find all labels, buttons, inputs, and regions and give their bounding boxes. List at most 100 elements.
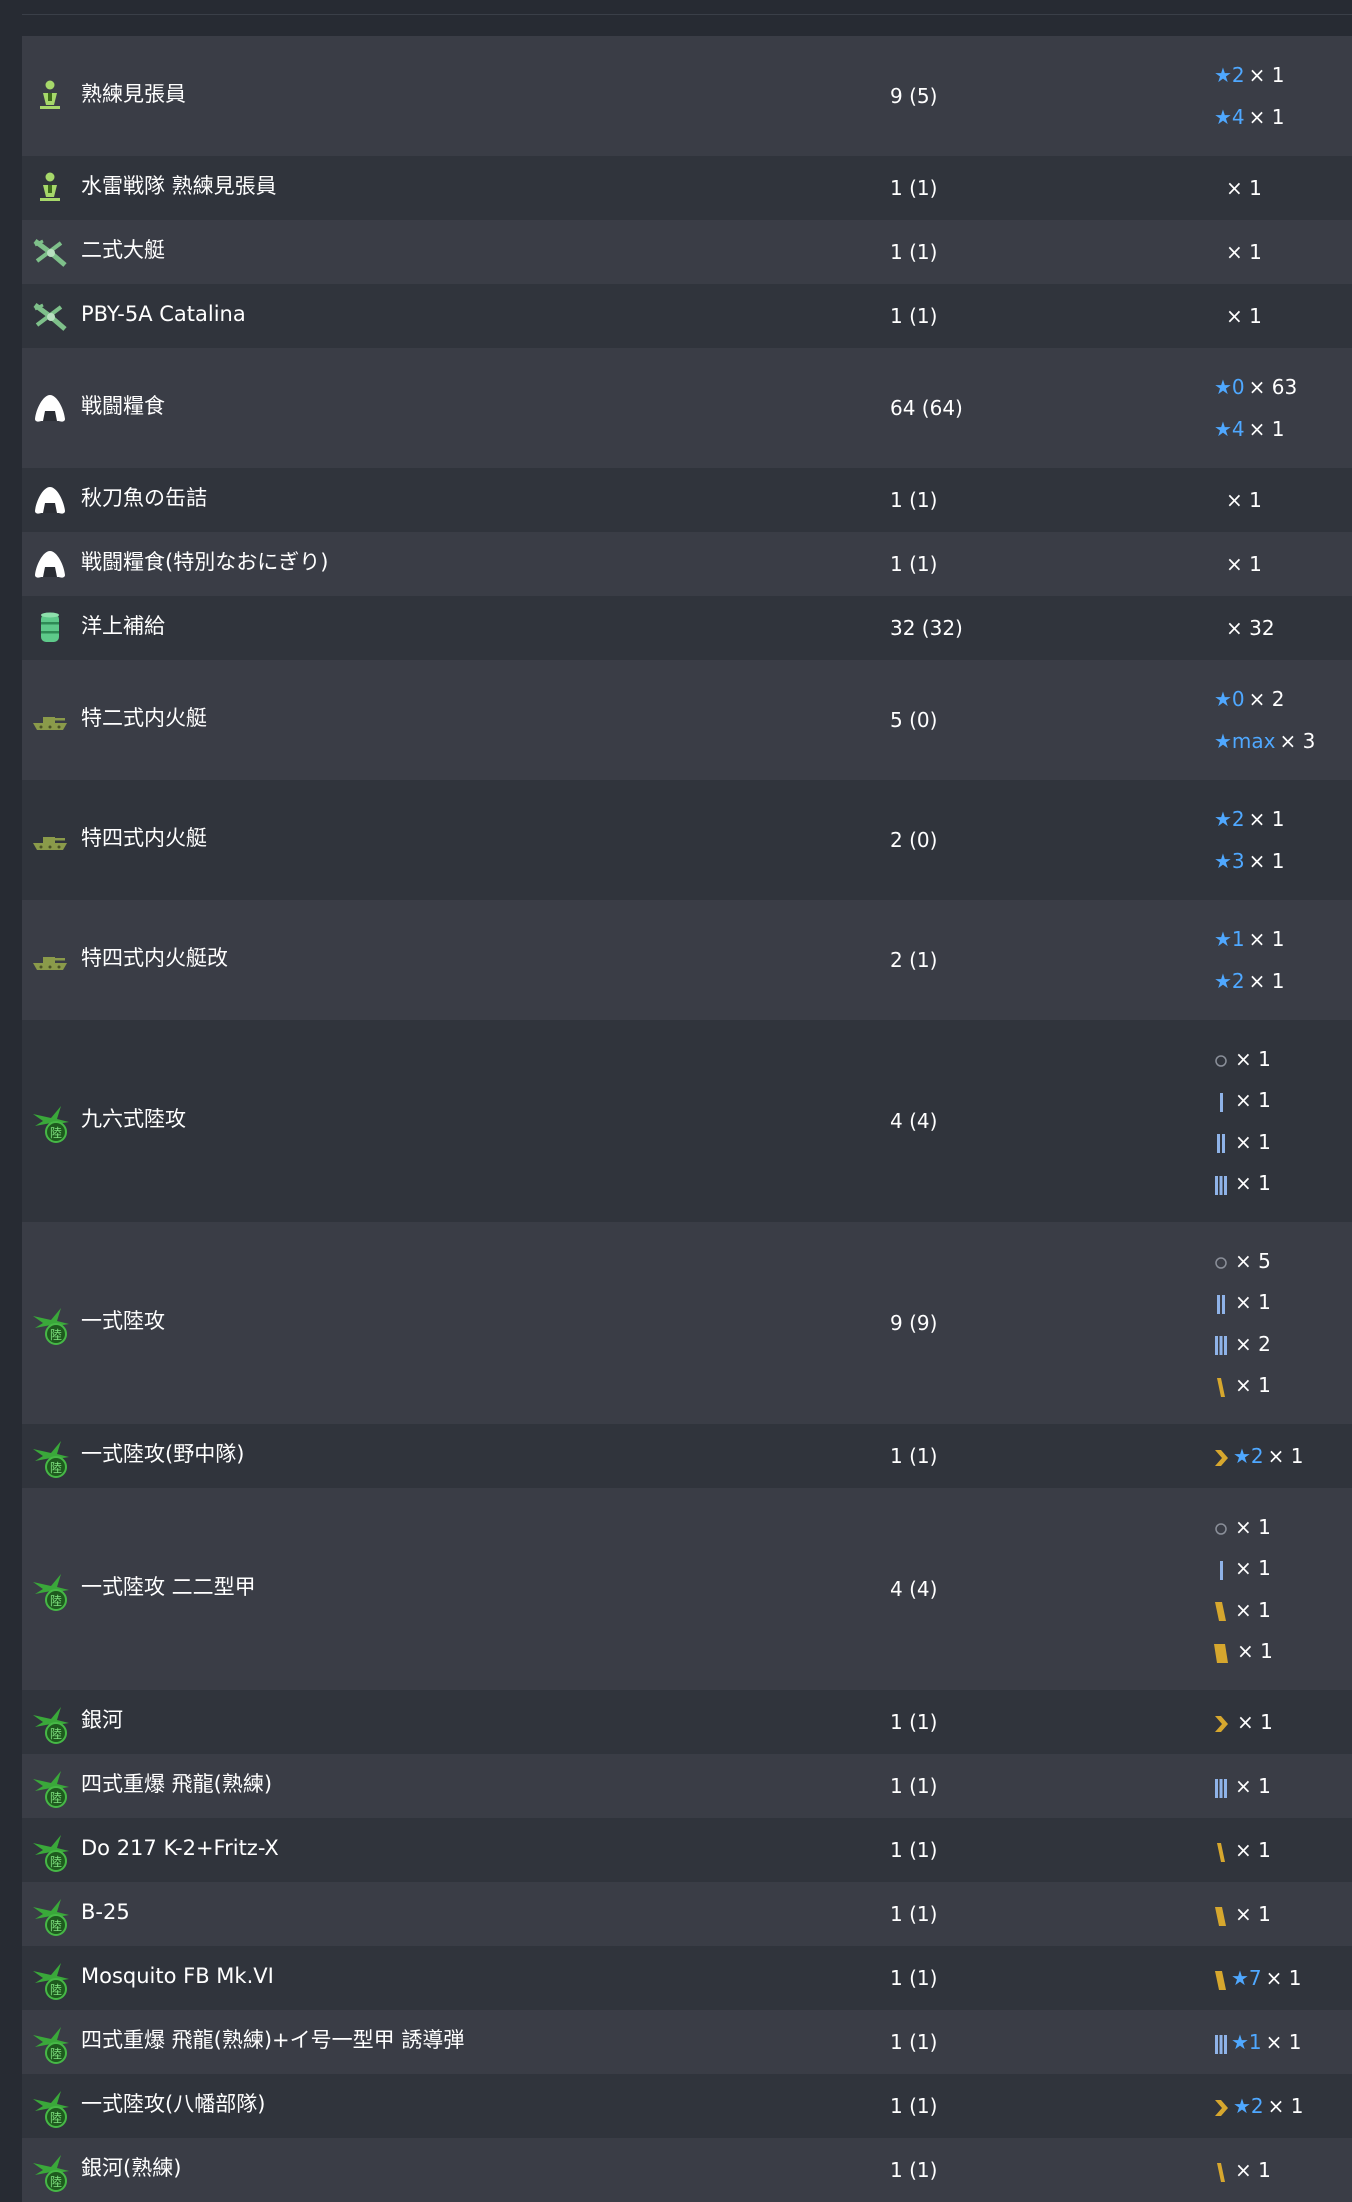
equipment-count: 9 (9)	[890, 1311, 938, 1335]
proficiency-list: × 5 × 1 × 2 × 1	[1214, 1222, 1350, 1424]
amphibious-tank-icon	[31, 821, 69, 859]
quantity: × 1	[1267, 2094, 1304, 2118]
quantity: × 1	[1248, 927, 1285, 952]
proficiency-entry: ★7 × 1	[1214, 1965, 1302, 1991]
land-bomber-icon: 陸	[31, 1437, 69, 1478]
equipment-count: 4 (4)	[890, 1577, 938, 1601]
table-row[interactable]: 特四式内火艇 2 (0) ★2 × 1 ★3 × 1	[22, 780, 1352, 900]
land-bomber-icon: 陸	[31, 1570, 69, 1611]
quantity: × 1	[1237, 1639, 1273, 1664]
proficiency-entry: × 1	[1214, 1709, 1273, 1735]
proficiency-entry: ★2 × 1	[1214, 62, 1285, 88]
equipment-count: 5 (0)	[890, 708, 938, 732]
proficiency-entry: ★2 × 1	[1214, 2093, 1304, 2119]
amphibious-tank-icon	[31, 941, 69, 979]
left-gutter	[0, 14, 22, 2057]
table-row[interactable]: 陸 銀河 1 (1) × 1	[22, 1690, 1352, 1754]
table-row[interactable]: 陸 銀河(熟練) 1 (1) × 1	[22, 2138, 1352, 2202]
land-bomber-icon: 陸	[31, 1304, 69, 1345]
table-row[interactable]: 陸 B-25 1 (1) × 1	[22, 1882, 1352, 1946]
equipment-name: 秋刀魚の缶詰	[81, 486, 207, 510]
proficiency-entry: ★2 × 1	[1214, 1443, 1304, 1469]
star-level: ★7	[1231, 1966, 1262, 1990]
proficiency-chevron-icon	[1214, 2097, 1230, 2119]
table-row[interactable]: 二式大艇 1 (1) × 1	[22, 220, 1352, 284]
proficiency-list: ★1 × 1 ★2 × 1	[1214, 900, 1350, 1020]
table-row[interactable]: 陸 Do 217 K-2+Fritz-X 1 (1) × 1	[22, 1818, 1352, 1882]
svg-text:陸: 陸	[50, 2047, 62, 2061]
quantity: × 3	[1279, 728, 1316, 753]
table-row[interactable]: 熟練見張員 9 (5) ★2 × 1 ★4 × 1	[22, 36, 1352, 156]
svg-text:陸: 陸	[50, 1919, 62, 1933]
quantity: × 1	[1235, 1088, 1271, 1113]
table-row[interactable]: 戦闘糧食 64 (64) ★0 × 63 ★4 × 1	[22, 348, 1352, 468]
proficiency-list: × 1	[1214, 1754, 1350, 1818]
proficiency-gold2-icon	[1214, 1969, 1228, 1991]
table-row[interactable]: 陸 一式陸攻(野中隊) 1 (1) ★2 × 1	[22, 1424, 1352, 1488]
proficiency-list: × 1	[1214, 1690, 1350, 1754]
proficiency-entry: × 1	[1214, 175, 1262, 201]
proficiency-blue3-icon	[1214, 1777, 1228, 1799]
quantity: × 1	[1265, 1966, 1302, 1990]
table-row[interactable]: 水雷戦隊 熟練見張員 1 (1) × 1	[22, 156, 1352, 220]
empty-circle-icon	[1214, 1251, 1228, 1273]
proficiency-entry: ★0 × 63	[1214, 374, 1297, 400]
empty-circle-icon	[1214, 1517, 1228, 1539]
table-row[interactable]: 陸 Mosquito FB Mk.VI 1 (1) ★7 × 1	[22, 1946, 1352, 2010]
star-level: ★2	[1214, 807, 1245, 832]
quantity: × 1	[1235, 1838, 1271, 1862]
svg-text:陸: 陸	[50, 1791, 62, 1805]
proficiency-list: ★0 × 63 ★4 × 1	[1214, 348, 1350, 468]
proficiency-blue3-icon	[1214, 1174, 1228, 1196]
proficiency-entry: × 1	[1214, 487, 1262, 513]
star-level: ★2	[1233, 2094, 1264, 2118]
proficiency-gold3-icon	[1214, 1642, 1230, 1664]
equipment-count: 2 (0)	[890, 828, 938, 852]
quantity: × 1	[1248, 63, 1285, 88]
table-row[interactable]: 陸 一式陸攻 9 (9) × 5 × 1 × 2 × 1	[22, 1222, 1352, 1424]
star-level: ★max	[1214, 728, 1276, 753]
table-row[interactable]: PBY-5A Catalina 1 (1) × 1	[22, 284, 1352, 348]
empty-circle-icon	[1214, 1049, 1228, 1071]
proficiency-blue3-icon	[1214, 1334, 1228, 1356]
proficiency-list: × 1	[1214, 156, 1350, 220]
table-row[interactable]: 秋刀魚の缶詰 1 (1) × 1	[22, 468, 1352, 532]
table-row[interactable]: 陸 四式重爆 飛龍(熟練) 1 (1) × 1	[22, 1754, 1352, 1818]
table-row[interactable]: 陸 一式陸攻 二二型甲 4 (4) × 1 × 1 × 1 × 1	[22, 1488, 1352, 1690]
star-level: ★4	[1214, 104, 1245, 129]
proficiency-blue1-icon	[1214, 1559, 1228, 1581]
star-level: ★1	[1231, 2030, 1262, 2054]
table-row[interactable]: 戦闘糧食(特別なおにぎり) 1 (1) × 1	[22, 532, 1352, 596]
equipment-name: Mosquito FB Mk.VI	[81, 1964, 274, 1988]
lookout-icon	[31, 77, 69, 115]
table-row[interactable]: 特二式内火艇 5 (0) ★0 × 2 ★max × 3	[22, 660, 1352, 780]
quantity: × 63	[1248, 375, 1298, 400]
proficiency-entry: ★max × 3	[1214, 728, 1315, 754]
table-row[interactable]: 陸 四式重爆 飛龍(熟練)+イ号一型甲 誘導弾 1 (1) ★1 × 1	[22, 2010, 1352, 2074]
quantity: × 1	[1235, 1514, 1271, 1539]
equipment-table: 熟練見張員 9 (5) ★2 × 1 ★4 × 1 水雷戦隊 熟練見張員 1 (1) × 1 二式…	[22, 36, 1352, 2202]
star-level: ★2	[1214, 63, 1245, 88]
quantity: × 1	[1226, 240, 1262, 264]
equipment-name: 特二式内火艇	[81, 706, 207, 730]
proficiency-gold1-icon	[1214, 1841, 1228, 1863]
table-row[interactable]: 陸 一式陸攻(八幡部隊) 1 (1) ★2 × 1	[22, 2074, 1352, 2138]
table-row[interactable]: 陸 九六式陸攻 4 (4) × 1 × 1 × 1 × 1	[22, 1020, 1352, 1222]
proficiency-entry: × 1	[1214, 1837, 1271, 1863]
proficiency-entry: × 1	[1214, 1555, 1271, 1581]
table-row[interactable]: 洋上補給 32 (32) × 32	[22, 596, 1352, 660]
quantity: × 1	[1267, 1444, 1304, 1468]
quantity: × 1	[1226, 488, 1262, 512]
equipment-count: 64 (64)	[890, 396, 963, 420]
supply-drum-icon	[31, 609, 69, 647]
quantity: × 1	[1235, 1556, 1271, 1581]
table-row[interactable]: 特四式内火艇改 2 (1) ★1 × 1 ★2 × 1	[22, 900, 1352, 1020]
star-level: ★0	[1214, 687, 1245, 712]
quantity: × 1	[1226, 176, 1262, 200]
ration-icon	[31, 481, 69, 519]
quantity: × 32	[1226, 616, 1275, 640]
proficiency-gold1-icon	[1214, 2161, 1228, 2183]
proficiency-entry: ★0 × 2	[1214, 686, 1285, 712]
equipment-count: 1 (1)	[890, 240, 938, 264]
proficiency-list: ★2 × 1 ★4 × 1	[1214, 36, 1350, 156]
